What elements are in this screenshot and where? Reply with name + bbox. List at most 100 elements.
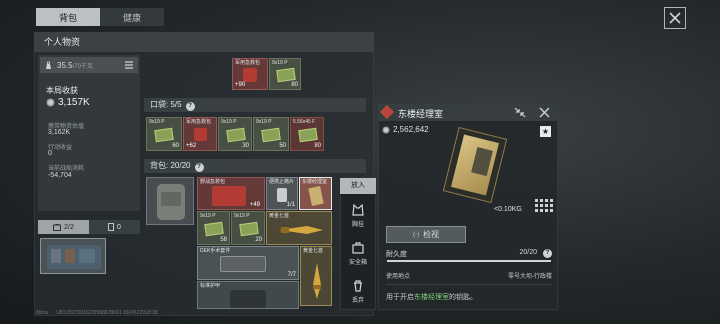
item-label: 9x19 P — [272, 60, 288, 66]
close-icon — [669, 12, 681, 24]
menu-item-discard[interactable]: 丢弃 — [340, 276, 376, 310]
menu-item-label: 安全箱 — [348, 260, 367, 266]
trash-icon — [354, 280, 362, 292]
equip-tab-case-label: 0 — [117, 223, 121, 231]
help-icon[interactable]: ? — [194, 163, 204, 172]
inspect-icon: (◦) — [412, 231, 420, 238]
close-button[interactable] — [664, 7, 686, 29]
menu-item-safebox[interactable]: 安全箱 — [340, 238, 376, 272]
coin-icon — [46, 98, 55, 107]
durability-bar — [387, 260, 551, 262]
item-label: 军用急救包 — [186, 119, 212, 125]
pouch-label: 口袋: — [150, 100, 169, 109]
item-label: DEK手术套件 — [200, 248, 231, 254]
menu-item-label: 胸挂 — [351, 222, 364, 228]
tab-backpack[interactable]: 背包 — [36, 8, 100, 26]
item-label: 东楼经理室 — [302, 179, 328, 185]
item-label: 9x19 P — [256, 119, 272, 125]
item-slot-selected[interactable]: 东楼经理室 — [299, 177, 332, 210]
item-slot[interactable]: 9x19 P 50 — [253, 117, 289, 151]
star-icon[interactable]: ★ — [540, 126, 551, 137]
item-count: +62 — [186, 143, 197, 149]
pouch-count: 5/5 — [170, 100, 182, 109]
item-description: 用于开启东楼经理室的钥匙。 — [386, 292, 477, 302]
menu-item-vest[interactable]: 胸挂 — [340, 200, 376, 234]
dagger-icon — [279, 226, 323, 234]
item-label: 9x19 P — [200, 213, 216, 219]
detail-title: 东楼经理室 — [398, 109, 444, 119]
help-icon[interactable]: ? — [185, 102, 195, 111]
desc-highlight: 东楼经理室 — [414, 294, 449, 301]
pouch-header: 口袋: 5/5? — [144, 98, 366, 112]
backpack-item[interactable] — [146, 177, 194, 225]
item-slot[interactable]: 9x19 P 20 — [231, 211, 265, 245]
item-label: 便携止痛片 — [269, 179, 295, 185]
item-slot[interactable]: 9x19 P 30 — [218, 117, 252, 151]
weight-unit: /70千克 — [72, 63, 93, 70]
tab-health[interactable]: 健康 — [100, 8, 164, 26]
close-icon[interactable] — [538, 106, 551, 119]
item-slot[interactable]: 标准护甲 — [197, 281, 299, 309]
item-slot[interactable]: 9x19 P 80 — [269, 58, 301, 90]
item-count: 1/1 — [286, 202, 295, 208]
item-count: 58 — [220, 237, 227, 243]
durability-label: 耐久度 — [386, 251, 407, 258]
item-slot[interactable]: 5.56x45 F 80 — [290, 117, 324, 151]
item-slot[interactable]: 军用急救包 +62 — [183, 117, 217, 151]
inspect-button[interactable]: (◦) 检视 — [386, 226, 466, 243]
vest-icon — [53, 223, 62, 231]
income-row: 3,157K — [46, 97, 90, 108]
income-label: 本局收获 — [46, 86, 78, 95]
equipped-rig[interactable] — [40, 238, 106, 274]
backpack-label: 背包: — [150, 161, 169, 170]
backpack-count: 20/20 — [170, 161, 191, 170]
action-value: 0 — [48, 150, 52, 157]
detail-price: 2,562,642 — [393, 125, 429, 134]
desc-suffix: 的钥匙。 — [449, 294, 477, 301]
footer: 80ms UID:20270911229568878661 2024122918… — [36, 310, 158, 316]
item-count: +49 — [249, 202, 260, 208]
durability-value: 20/20 — [519, 249, 537, 256]
location-row: 使用地点 零号大坝-行政楼 — [386, 271, 552, 280]
item-label: 9x19 P — [149, 119, 165, 125]
item-slot[interactable]: DEK手术套件 7/7 — [197, 246, 299, 280]
item-slot[interactable]: 9x19 P 60 — [146, 117, 182, 151]
weight-value: 35.5 — [57, 60, 73, 70]
item-slot[interactable]: 9x19 P 58 — [197, 211, 230, 245]
session-id: UID:20270911229568878661 2024122918:38 — [56, 310, 158, 316]
list-icon[interactable] — [124, 61, 134, 69]
grid-icon — [535, 199, 553, 212]
cost-label: 当前战局消耗 — [48, 166, 85, 172]
backpack-header: 背包: 20/20? — [144, 159, 366, 173]
divider — [386, 284, 552, 285]
item-slot[interactable]: 黄金匕首 — [300, 246, 332, 306]
help-icon[interactable]: ? — [543, 249, 552, 258]
equip-tabs: 2/2 0 — [38, 220, 140, 234]
item-count: 60 — [172, 143, 179, 149]
panel-title: 个人物资 — [34, 32, 374, 52]
price-row: 2,562,642 — [382, 125, 429, 134]
weight-row: 35.5/70千克 — [40, 57, 138, 73]
equip-tab-case[interactable]: 0 — [89, 220, 140, 234]
dagger-icon — [313, 263, 321, 299]
cost-value: -54,704 — [48, 172, 72, 179]
item-count: 50 — [279, 143, 286, 149]
item-label: 标准护甲 — [200, 283, 221, 289]
collapse-icon[interactable] — [513, 106, 527, 119]
item-count: 30 — [242, 143, 249, 149]
item-slot[interactable]: 黄金匕首 — [266, 211, 332, 245]
vest-icon — [352, 204, 364, 216]
carry-value: 3,162K — [48, 129, 71, 136]
case-icon — [108, 223, 114, 231]
context-menu-header[interactable]: 放入 — [340, 178, 376, 194]
item-slot[interactable]: 便携止痛片 1/1 — [266, 177, 298, 210]
item-label: 黄金匕首 — [269, 213, 290, 219]
income-value: 3,157K — [58, 97, 90, 108]
item-slot[interactable]: 野战急救包 +49 — [197, 177, 265, 210]
item-label: 9x19 P — [234, 213, 250, 219]
item-label: 5.56x45 F — [293, 119, 316, 125]
tab-bar: 背包 健康 — [36, 8, 164, 26]
inspect-label: 检视 — [423, 230, 440, 239]
item-slot[interactable]: 军用急救包 +90 — [232, 58, 268, 90]
equip-tab-vest[interactable]: 2/2 — [38, 220, 89, 234]
